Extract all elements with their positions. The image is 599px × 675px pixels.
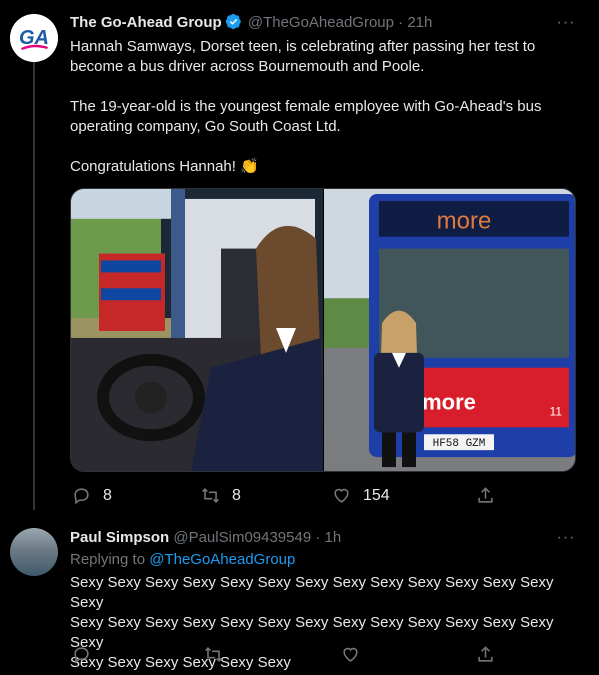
media-photo-bus[interactable]: more more 11 HF58 GZM <box>324 189 576 471</box>
bus-destination-sign: more <box>437 208 492 235</box>
retweet-button[interactable]: 8 <box>201 486 241 505</box>
go-ahead-logo: GA <box>10 14 58 62</box>
share-icon <box>478 487 493 503</box>
like-count: 154 <box>363 486 390 504</box>
tweet-media-grid: more more 11 HF58 GZM <box>70 188 576 472</box>
retweet-count: 8 <box>232 486 241 504</box>
paul-simpson-avatar[interactable] <box>10 528 58 576</box>
retweet-icon <box>202 488 219 503</box>
tweet-timestamp[interactable]: 1h <box>325 529 342 546</box>
tweet-text: Hannah Samways, Dorset teen, is celebrat… <box>70 37 570 177</box>
more-icon[interactable]: ··· <box>556 13 576 33</box>
reply-count: 8 <box>103 486 112 504</box>
bus-number-plate: HF58 GZM <box>433 438 486 450</box>
reply-icon <box>74 647 89 664</box>
share-icon <box>478 646 493 662</box>
tweet-header: Paul Simpson @PaulSim09439549 · 1h <box>70 528 341 548</box>
dot-separator: · <box>315 529 321 546</box>
reply-text-line: Sexy Sexy Sexy Sexy Sexy Sexy Sexy Sexy … <box>70 614 554 651</box>
media-photo-driver[interactable] <box>71 189 323 471</box>
tweet-timestamp[interactable]: 21h <box>407 14 432 31</box>
reply-text-line: Sexy Sexy Sexy Sexy Sexy Sexy Sexy Sexy … <box>70 574 554 611</box>
replying-to: Replying to @TheGoAheadGroup <box>70 551 295 568</box>
reply-text: Sexy Sexy Sexy Sexy Sexy Sexy Sexy Sexy … <box>70 573 570 673</box>
verified-badge-icon <box>225 13 241 30</box>
bus-side-logo: more <box>422 390 476 415</box>
like-icon <box>343 647 358 662</box>
replying-to-mention[interactable]: @TheGoAheadGroup <box>149 551 295 568</box>
author-handle[interactable]: @PaulSim09439549 <box>173 529 311 546</box>
bus-route-number: 11 <box>550 404 563 418</box>
reply-button[interactable]: 8 <box>72 486 112 505</box>
replying-to-label: Replying to <box>70 551 146 568</box>
tweet-paragraph: Hannah Samways, Dorset teen, is celebrat… <box>70 38 536 75</box>
share-button[interactable] <box>476 486 495 505</box>
share-button[interactable] <box>476 645 495 664</box>
go-ahead-avatar[interactable]: GA <box>10 14 58 62</box>
tweet-header: The Go-Ahead Group @TheGoAheadGroup · 21… <box>70 13 432 33</box>
reply-icon <box>74 488 89 505</box>
reply-button[interactable] <box>72 645 91 664</box>
like-icon <box>334 488 349 503</box>
reply-text-line: Sexy Sexy Sexy Sexy Sexy Sexy <box>70 654 291 671</box>
retweet-button[interactable] <box>204 645 223 664</box>
like-button[interactable]: 154 <box>332 486 390 505</box>
author-display-name[interactable]: The Go-Ahead Group <box>70 14 222 31</box>
more-icon[interactable]: ··· <box>556 528 576 548</box>
tweet-paragraph: Congratulations Hannah! 👏 <box>70 158 259 175</box>
dot-separator: · <box>398 14 404 31</box>
retweet-icon <box>205 647 222 662</box>
tweet-paragraph: The 19-year-old is the youngest female e… <box>70 98 542 135</box>
like-button[interactable] <box>341 645 360 664</box>
author-handle[interactable]: @TheGoAheadGroup <box>248 14 394 31</box>
thread-connector-line <box>33 62 35 510</box>
author-display-name[interactable]: Paul Simpson <box>70 529 169 546</box>
